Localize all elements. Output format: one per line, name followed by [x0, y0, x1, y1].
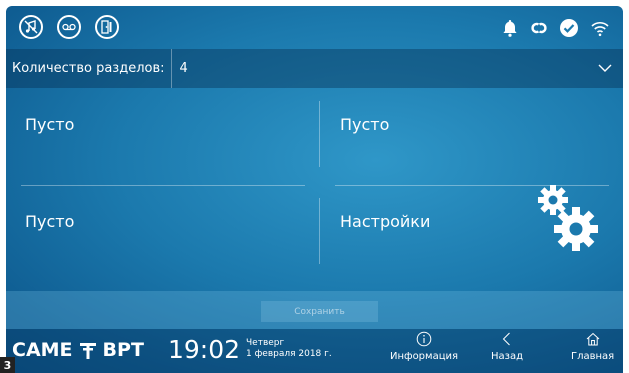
bell-icon[interactable]: [500, 18, 520, 38]
nav-home-button[interactable]: Главная: [571, 331, 614, 362]
save-button[interactable]: Сохранить: [261, 301, 378, 322]
music-off-icon[interactable]: [19, 15, 43, 39]
sections-count-value[interactable]: 4: [172, 61, 188, 76]
status-bar: [6, 6, 623, 49]
home-icon: [586, 332, 599, 346]
brand-came: CAME: [12, 339, 73, 361]
date-block: Четверг 1 февраля 2018 г.: [246, 338, 332, 360]
sections-count-select[interactable]: Количество разделов: 4: [6, 49, 623, 88]
tile-divider-horizontal-left: [21, 185, 305, 186]
tile-2-label[interactable]: Пусто: [340, 115, 389, 134]
nav-info-label: Информация: [390, 351, 459, 362]
back-icon: [502, 332, 510, 346]
nav-info-button[interactable]: Информация: [390, 331, 458, 362]
device-screen: Количество разделов: 4 Пусто Пусто Пусто…: [6, 6, 623, 373]
tile-divider-vertical-bottom: [319, 198, 320, 264]
door-icon[interactable]: [95, 15, 119, 39]
nav-home-label: Главная: [571, 351, 615, 362]
sections-count-label: Количество разделов:: [6, 49, 172, 88]
brand-logo: CAME BPT: [12, 339, 144, 361]
check-circle-icon[interactable]: [559, 18, 579, 38]
gear-icon: [554, 207, 598, 251]
tile-3-label[interactable]: Пусто: [25, 212, 74, 231]
wifi-icon[interactable]: [590, 18, 610, 38]
brand-separator-icon: [79, 343, 96, 359]
clock-time: 19:02: [168, 335, 241, 364]
date-label: 1 февраля 2018 г.: [246, 349, 332, 359]
info-icon: [416, 331, 432, 347]
page-number-badge: 3: [0, 357, 15, 373]
tile-divider-vertical-top: [319, 101, 320, 167]
weekday-label: Четверг: [246, 338, 285, 348]
voicemail-icon[interactable]: [57, 15, 81, 39]
tile-4-label[interactable]: Настройки: [340, 212, 430, 231]
tile-1-label[interactable]: Пусто: [25, 115, 74, 134]
brand-bpt: BPT: [102, 339, 144, 361]
nav-back-label: Назад: [491, 351, 524, 362]
nav-back-button[interactable]: Назад: [491, 331, 523, 362]
chevron-down-icon[interactable]: [597, 61, 613, 75]
link-icon[interactable]: [529, 18, 549, 38]
